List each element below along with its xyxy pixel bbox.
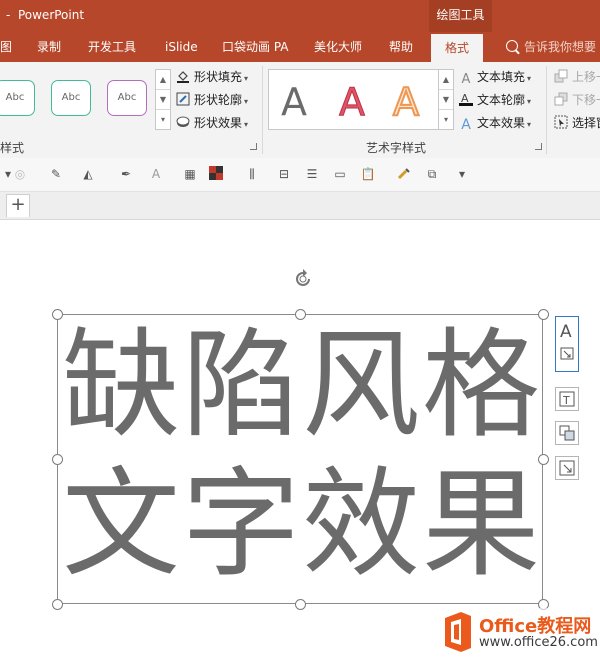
gallery-more-icon[interactable]: ▾ — [156, 110, 170, 129]
paint-format-icon[interactable]: ◭ — [80, 166, 96, 182]
image-box-icon[interactable]: ▭ — [332, 166, 348, 182]
contextual-group-drawing-tools: 绘图工具 — [429, 0, 492, 32]
wordart-sample-orange[interactable]: A — [392, 81, 420, 123]
watermark: Office教程网 www.office26.com — [437, 608, 600, 656]
shape-style-sample-3[interactable]: Abc — [107, 80, 147, 116]
tell-me-box[interactable]: 告诉我你想要 — [506, 32, 596, 62]
align-text-icon[interactable]: ☰ — [304, 166, 320, 182]
text-fill-icon: A — [461, 72, 471, 87]
tab-islide[interactable]: iSlide — [165, 32, 198, 62]
edit-shape-icon[interactable]: ✎ — [48, 166, 64, 182]
shape-style-gallery-scroll[interactable]: ▲ ▼ ▾ — [155, 69, 171, 130]
paste-icon[interactable]: 📋 — [360, 166, 376, 182]
font-color-icon[interactable]: A — [148, 166, 164, 182]
tell-me-placeholder: 告诉我你想要 — [524, 40, 597, 54]
watermark-url: www.office26.com — [479, 635, 598, 650]
group-divider — [546, 66, 547, 154]
resize-handle-bottom-left[interactable] — [52, 599, 63, 610]
title-bar: - PowerPoint 绘图工具 — [0, 0, 600, 32]
tab-insert-partial[interactable]: 图 — [0, 32, 12, 62]
shape-styles-group-label: 样式 — [0, 141, 25, 155]
distribute-icon[interactable]: ⫼ — [244, 166, 260, 182]
shape-style-sample-1[interactable]: Abc — [0, 80, 35, 116]
tab-format[interactable]: 格式 — [431, 34, 484, 62]
text-outline-button[interactable]: A 文本轮廓 ▾ — [459, 90, 531, 110]
tab-help[interactable]: 帮助 — [389, 32, 413, 62]
scroll-up-icon[interactable]: ▲ — [156, 70, 170, 90]
document-tab-strip — [0, 192, 600, 220]
format-painter-icon[interactable] — [396, 166, 412, 182]
format-pane-icon[interactable] — [555, 456, 579, 480]
bring-forward-button[interactable]: 上移一 — [554, 67, 600, 87]
group-divider — [262, 66, 263, 154]
wordart-sample-red[interactable]: A — [339, 82, 366, 123]
send-backward-icon — [554, 92, 568, 106]
add-tab-button[interactable]: + — [6, 194, 30, 217]
slide-text-line-2[interactable]: 文字效果 — [62, 464, 542, 584]
search-icon — [506, 40, 518, 52]
shape-effects-icon — [176, 115, 190, 129]
text-box-icon[interactable]: T — [555, 387, 579, 411]
text-effects-button[interactable]: A 文本效果 ▾ — [459, 113, 531, 133]
pen-outline-icon — [176, 92, 190, 106]
tab-beautify-master[interactable]: 美化大师 — [314, 32, 362, 62]
grid-icon[interactable]: ▦ — [182, 166, 198, 182]
text-fill-button[interactable]: A 文本填充 ▾ — [459, 67, 531, 87]
selection-pane-button[interactable]: 选择窗 — [554, 113, 600, 133]
slide-text-line-1[interactable]: 缺陷风格 — [62, 325, 542, 445]
crop-frame-icon[interactable]: ⧉ — [424, 166, 440, 182]
wordart-gallery[interactable]: A A A — [268, 69, 453, 130]
layering-icon[interactable] — [555, 421, 579, 445]
customize-toolbar-icon[interactable]: ▾ — [454, 166, 470, 182]
selection-pane-icon — [554, 115, 568, 129]
svg-text:A: A — [560, 322, 572, 342]
shape-style-sample-2[interactable]: Abc — [51, 80, 91, 116]
align-center-icon[interactable]: ⊟ — [276, 166, 292, 182]
wordart-quick-style-button[interactable]: A — [555, 316, 579, 372]
paint-bucket-icon — [176, 69, 190, 83]
shape-effects-button[interactable]: 形状效果 ▾ — [176, 113, 248, 133]
gallery-more-icon[interactable]: ▾ — [439, 110, 453, 129]
dialog-launcher-icon[interactable] — [250, 143, 257, 150]
scroll-up-icon[interactable]: ▲ — [439, 70, 453, 90]
scroll-down-icon[interactable]: ▼ — [439, 90, 453, 110]
tab-developer[interactable]: 开发工具 — [88, 32, 136, 62]
scroll-down-icon[interactable]: ▼ — [156, 90, 170, 110]
eyedropper-icon[interactable]: ✒ — [118, 166, 134, 182]
wordart-sample-gray[interactable]: A — [281, 82, 307, 122]
shape-fill-button[interactable]: 形状填充 ▾ — [176, 67, 248, 87]
app-title: - PowerPoint — [6, 8, 85, 22]
bring-forward-icon — [554, 69, 568, 83]
shape-ring-icon[interactable]: ◎ — [12, 166, 28, 182]
svg-text:T: T — [562, 394, 570, 407]
dialog-launcher-icon[interactable] — [535, 143, 542, 150]
wordart-gallery-scroll[interactable]: ▲ ▼ ▾ — [438, 69, 454, 130]
text-effects-icon: A — [461, 117, 471, 133]
tab-record[interactable]: 录制 — [37, 32, 61, 62]
color-swatch-icon[interactable] — [208, 166, 224, 182]
tab-pocket-animation[interactable]: 口袋动画 PA — [222, 32, 289, 62]
rotate-handle-icon[interactable] — [292, 268, 314, 290]
text-outline-icon: A — [459, 92, 473, 106]
shape-outline-button[interactable]: 形状轮廓 ▾ — [176, 90, 248, 110]
wordart-styles-group-label: 艺术字样式 — [366, 141, 427, 155]
send-backward-button[interactable]: 下移一 — [554, 90, 600, 110]
resize-handle-bottom[interactable] — [295, 599, 306, 610]
